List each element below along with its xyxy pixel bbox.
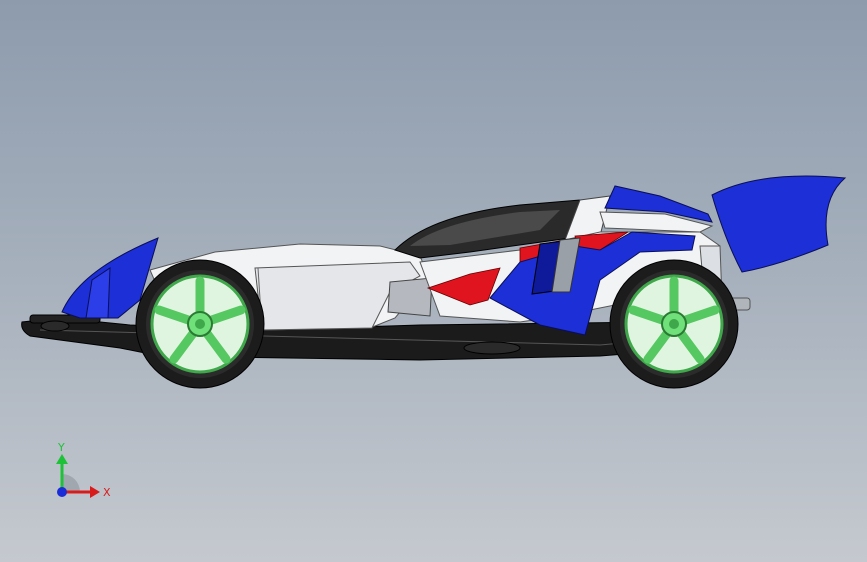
body-notch	[387, 277, 433, 317]
front-wing-fin	[85, 267, 111, 319]
mid-roller	[463, 341, 521, 355]
x-axis-label: X	[103, 486, 111, 499]
view-triad[interactable]: Y X	[40, 436, 120, 506]
z-axis-dot	[57, 487, 67, 497]
front-roller	[40, 320, 70, 332]
y-axis-label: Y	[57, 441, 65, 454]
racecar-model[interactable]	[0, 0, 867, 562]
x-axis-arrow	[90, 486, 100, 498]
y-axis-arrow	[56, 454, 68, 464]
rear-wheel	[609, 259, 739, 389]
front-wheel	[135, 259, 265, 389]
rear-wing	[711, 175, 847, 273]
graphics-viewport[interactable]: Y X	[0, 0, 867, 562]
